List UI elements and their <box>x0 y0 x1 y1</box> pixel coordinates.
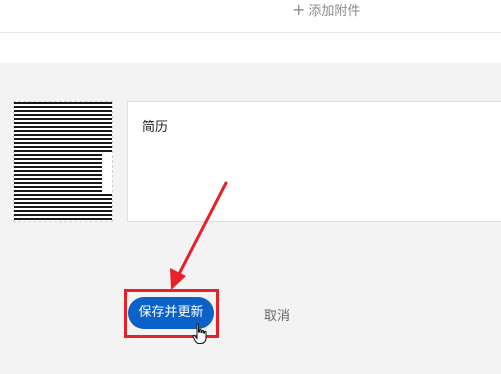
thumbnail-preview <box>14 102 112 221</box>
resume-card[interactable]: 简历 <box>127 101 501 222</box>
plus-icon: + <box>292 0 306 19</box>
thumbnail-notch <box>102 154 112 194</box>
edit-resume-page: + 添加附件 简历 保存并更新 取消 <box>0 0 501 374</box>
attachment-section: + 添加附件 <box>0 0 501 63</box>
hand-cursor-icon <box>192 323 207 344</box>
cancel-button[interactable]: 取消 <box>264 305 290 324</box>
add-attachment-button[interactable]: + 添加附件 <box>292 0 360 19</box>
add-attachment-label: 添加附件 <box>308 4 361 19</box>
resume-thumbnail[interactable] <box>13 101 113 222</box>
section-divider <box>0 32 501 33</box>
resume-label: 简历 <box>142 120 169 135</box>
